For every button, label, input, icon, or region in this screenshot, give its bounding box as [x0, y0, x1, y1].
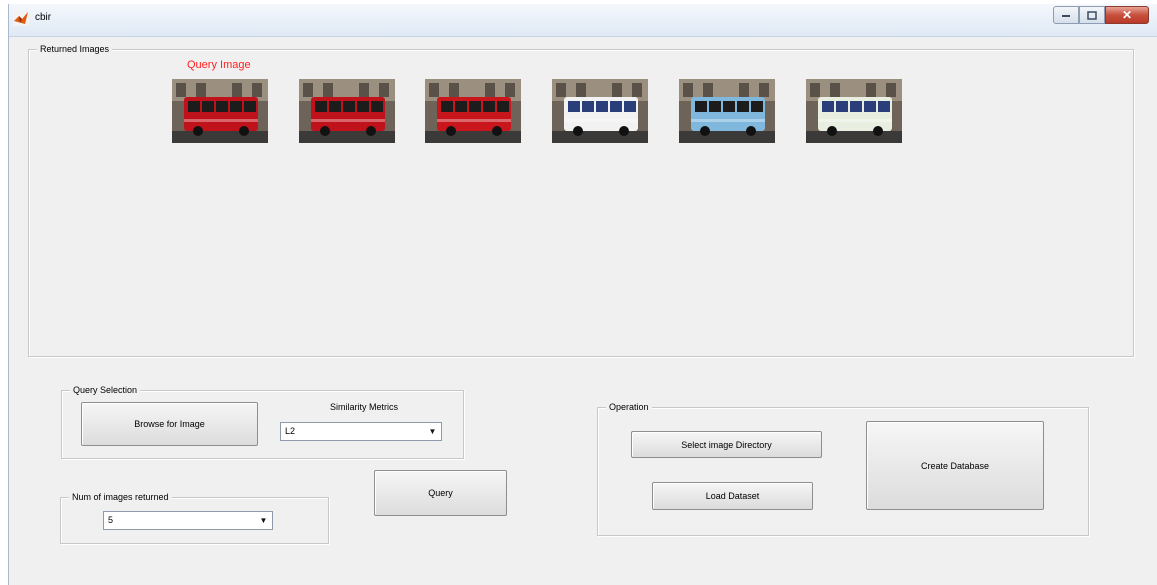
returned-images-legend: Returned Images — [37, 43, 113, 55]
close-button[interactable]: ✕ — [1105, 6, 1149, 24]
minimize-icon — [1062, 15, 1070, 17]
result-2-thumbnail — [425, 79, 521, 143]
bus-photo-icon — [299, 79, 395, 143]
query-selection-legend: Query Selection — [70, 384, 141, 396]
cbir-window: cbir ✕ Returned Images Query Image Query… — [8, 4, 1157, 585]
result-4-thumbnail — [679, 79, 775, 143]
title-bar: cbir ✕ — [9, 4, 1157, 37]
query-image-thumbnail — [172, 79, 268, 143]
window-controls: ✕ — [1053, 6, 1149, 26]
result-5-thumbnail — [806, 79, 902, 143]
chevron-down-icon[interactable]: ▼ — [426, 425, 439, 438]
num-images-select[interactable]: 5 ▼ — [103, 511, 273, 530]
select-image-directory-button[interactable]: Select image Directory — [631, 431, 822, 458]
bus-photo-icon — [679, 79, 775, 143]
chevron-down-icon[interactable]: ▼ — [257, 514, 270, 527]
result-1-thumbnail — [299, 79, 395, 143]
minimize-button[interactable] — [1053, 6, 1079, 24]
bus-photo-icon — [552, 79, 648, 143]
num-images-legend: Num of images returned — [69, 491, 172, 503]
query-button[interactable]: Query — [374, 470, 507, 516]
window-title: cbir — [35, 12, 52, 23]
similarity-metrics-select[interactable]: L2 ▼ — [280, 422, 442, 441]
similarity-metrics-value: L2 — [285, 426, 296, 436]
result-3-thumbnail — [552, 79, 648, 143]
maximize-icon — [1087, 10, 1097, 20]
browse-for-image-button[interactable]: Browse for Image — [81, 402, 258, 446]
bus-photo-icon — [806, 79, 902, 143]
similarity-metrics-label: Similarity Metrics — [330, 402, 399, 412]
maximize-button[interactable] — [1079, 6, 1105, 24]
create-database-button[interactable]: Create Database — [866, 421, 1044, 510]
close-icon: ✕ — [1121, 8, 1133, 22]
bus-photo-icon — [425, 79, 521, 143]
num-images-value: 5 — [108, 515, 114, 525]
bus-photo-icon — [172, 79, 268, 143]
matlab-icon — [13, 10, 29, 26]
load-dataset-button[interactable]: Load Dataset — [652, 482, 813, 510]
query-image-label: Query Image — [187, 59, 251, 71]
operation-legend: Operation — [606, 401, 652, 413]
